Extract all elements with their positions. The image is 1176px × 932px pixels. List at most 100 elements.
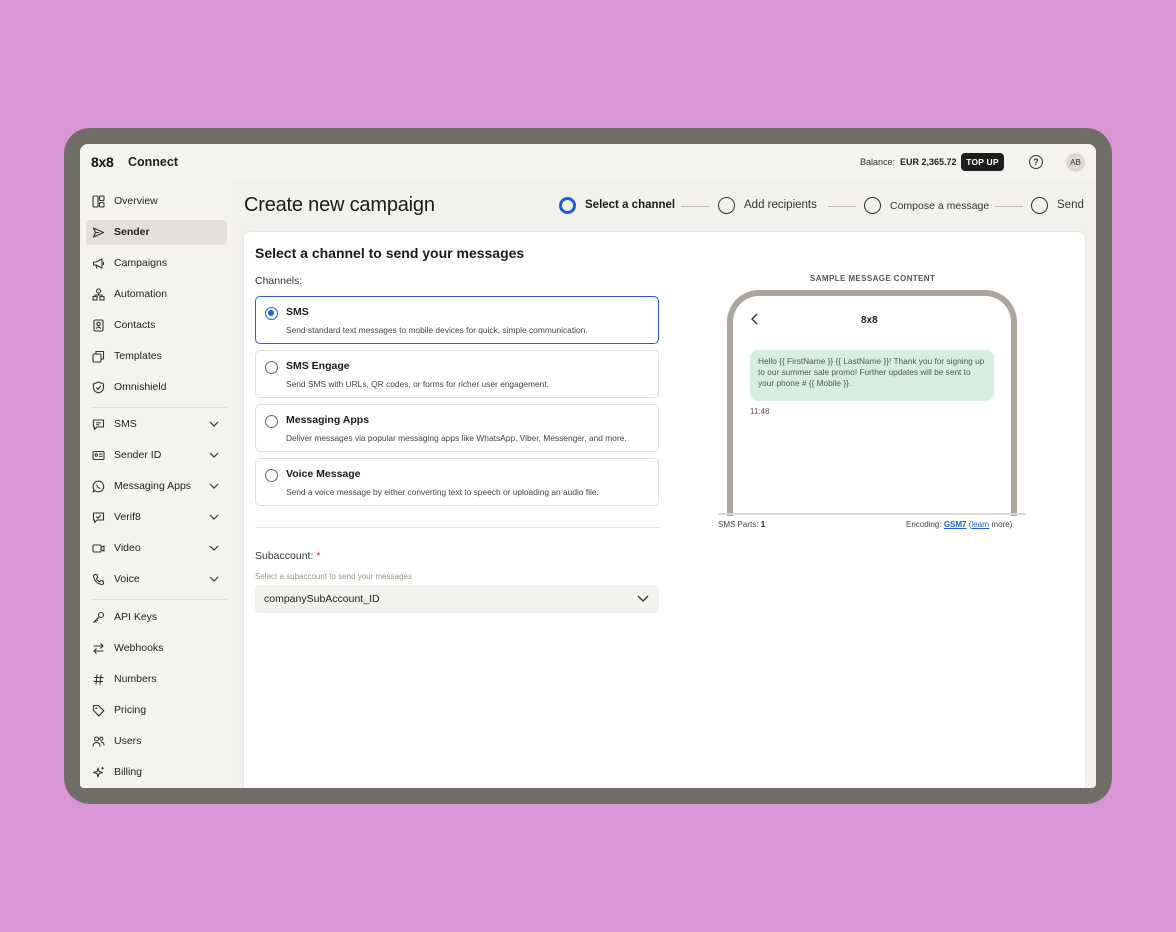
- step-4-label[interactable]: Send: [1057, 199, 1084, 211]
- subaccount-help-text: Select a subaccount to send your message…: [255, 572, 412, 581]
- radio-icon[interactable]: [265, 361, 278, 374]
- step-3-label[interactable]: Compose a message: [890, 200, 989, 212]
- sidebar-item-sender[interactable]: Sender: [86, 220, 227, 245]
- sidebar-item-label: Sender: [114, 226, 150, 238]
- step-2-label[interactable]: Add recipients: [744, 199, 817, 211]
- avatar[interactable]: AB: [1066, 153, 1085, 172]
- phone-icon: [92, 573, 105, 586]
- sidebar-item-voice[interactable]: Voice: [86, 567, 227, 592]
- balance-label: Balance:: [860, 157, 896, 167]
- section-divider: [255, 527, 659, 528]
- sidebar-item-label: Templates: [114, 350, 162, 362]
- sidebar-item-video[interactable]: Video: [86, 536, 227, 561]
- sidebar-item-label: Voice: [114, 573, 140, 585]
- video-icon: [92, 544, 105, 553]
- sidebar-item-messaging-apps[interactable]: Messaging Apps: [86, 474, 227, 499]
- phone-base-line: [718, 513, 1026, 515]
- users-icon: [92, 736, 105, 747]
- sample-content-label: SAMPLE MESSAGE CONTENT: [810, 274, 936, 283]
- app-window: 8x8 Connect Balance: EUR 2,365.72 TOP UP…: [80, 144, 1096, 788]
- sidebar-item-label: Pricing: [114, 704, 147, 716]
- encoding-label: Encoding:: [906, 520, 942, 529]
- sidebar-item-label: API Keys: [114, 611, 158, 623]
- arrows-icon: [93, 643, 104, 654]
- chevron-left-icon: [751, 313, 758, 325]
- sidebar-item-label: Omnishield: [114, 381, 167, 393]
- verify-icon: [92, 512, 105, 524]
- sidebar-item-label: Billing: [114, 766, 143, 778]
- sidebar-item-verif8[interactable]: Verif8: [86, 505, 227, 530]
- subaccount-select[interactable]: companySubAccount_ID: [255, 585, 659, 613]
- sidebar-item-sms[interactable]: SMS: [86, 412, 227, 437]
- sidebar-item-webhooks[interactable]: Webhooks: [86, 636, 227, 661]
- chevron-down-icon: [209, 421, 219, 427]
- sidebar-item-templates[interactable]: Templates: [86, 344, 227, 369]
- sidebar-item-contacts[interactable]: Contacts: [86, 313, 227, 338]
- tag-icon: [92, 704, 105, 717]
- message-bubble: Hello {{ FirstName }} {{ LastName }}! Th…: [750, 350, 994, 401]
- option-title: SMS: [286, 306, 309, 318]
- encoding-info: Encoding: GSM7 (learn more): [906, 520, 1012, 529]
- sidebar-item-overview[interactable]: Overview: [86, 189, 227, 214]
- chevron-down-icon: [209, 514, 219, 520]
- option-description: Send SMS with URLs, QR codes, or forms f…: [286, 379, 549, 389]
- sidebar-item-users[interactable]: Users: [86, 729, 227, 754]
- overview-icon: [92, 195, 105, 208]
- step-3-indicator: [864, 197, 881, 214]
- megaphone-icon: [92, 258, 105, 269]
- option-description: Send standard text messages to mobile de…: [286, 325, 588, 335]
- sidebar-divider: [92, 407, 227, 408]
- sidebar-item-sender-id[interactable]: Sender ID: [86, 443, 227, 468]
- key-icon: [93, 611, 105, 623]
- sidebar-item-numbers[interactable]: Numbers: [86, 667, 227, 692]
- sidebar-item-label: Webhooks: [114, 642, 164, 654]
- chevron-down-icon: [209, 576, 219, 582]
- subaccount-label-text: Subaccount:: [255, 550, 314, 562]
- subaccount-label: Subaccount: *: [255, 550, 320, 562]
- sidebar-item-omnishield[interactable]: Omnishield: [86, 375, 227, 400]
- sidebar-item-label: Video: [114, 542, 141, 554]
- channel-option-messaging-apps[interactable]: Messaging Apps Deliver messages via popu…: [255, 404, 659, 452]
- chevron-down-icon: [209, 545, 219, 551]
- channel-option-voice-message[interactable]: Voice Message Send a voice message by ei…: [255, 458, 659, 506]
- option-title: Voice Message: [286, 468, 361, 480]
- option-title: SMS Engage: [286, 360, 350, 372]
- top-bar: 8x8 Connect Balance: EUR 2,365.72 TOP UP…: [80, 144, 1096, 180]
- sidebar-item-campaigns[interactable]: Campaigns: [86, 251, 227, 276]
- balance-value: EUR 2,365.72: [900, 157, 957, 167]
- sidebar-item-automation[interactable]: Automation: [86, 282, 227, 307]
- step-connector: [995, 206, 1023, 207]
- sidebar-item-billing[interactable]: Billing: [86, 760, 227, 785]
- step-1-label[interactable]: Select a channel: [585, 199, 675, 211]
- encoding-link[interactable]: GSM7: [944, 520, 967, 529]
- step-1-indicator: [559, 197, 576, 214]
- sparkle-icon: [92, 767, 104, 778]
- sidebar-item-label: SMS: [114, 418, 137, 430]
- channels-label: Channels:: [255, 275, 303, 287]
- channel-option-sms[interactable]: SMS Send standard text messages to mobil…: [255, 296, 659, 344]
- radio-icon[interactable]: [265, 469, 278, 482]
- sidebar: Overview Sender Campaigns Automation Con…: [80, 180, 232, 788]
- card-title: Select a channel to send your messages: [255, 245, 525, 261]
- sidebar-item-label: Overview: [114, 195, 158, 207]
- help-icon[interactable]: ?: [1029, 155, 1043, 169]
- brand-logo[interactable]: 8x8: [91, 154, 114, 170]
- learn-more-link[interactable]: learn: [971, 520, 989, 529]
- radio-selected-icon[interactable]: [265, 307, 278, 320]
- send-icon: [92, 227, 105, 238]
- channel-option-sms-engage[interactable]: SMS Engage Send SMS with URLs, QR codes,…: [255, 350, 659, 398]
- sidebar-item-api-keys[interactable]: API Keys: [86, 605, 227, 630]
- sidebar-item-pricing[interactable]: Pricing: [86, 698, 227, 723]
- radio-icon[interactable]: [265, 415, 278, 428]
- sms-parts-label: SMS Parts:: [718, 520, 759, 529]
- sidebar-item-label: Users: [114, 735, 142, 747]
- shield-icon: [92, 381, 105, 394]
- step-connector: [828, 206, 856, 207]
- option-title: Messaging Apps: [286, 414, 370, 426]
- templates-icon: [92, 350, 105, 363]
- channel-card: Select a channel to send your messages C…: [244, 232, 1085, 788]
- subaccount-value: companySubAccount_ID: [264, 593, 380, 605]
- learn-suffix: more): [989, 520, 1013, 529]
- top-up-button[interactable]: TOP UP: [961, 153, 1004, 171]
- sms-parts-value: 1: [760, 520, 766, 529]
